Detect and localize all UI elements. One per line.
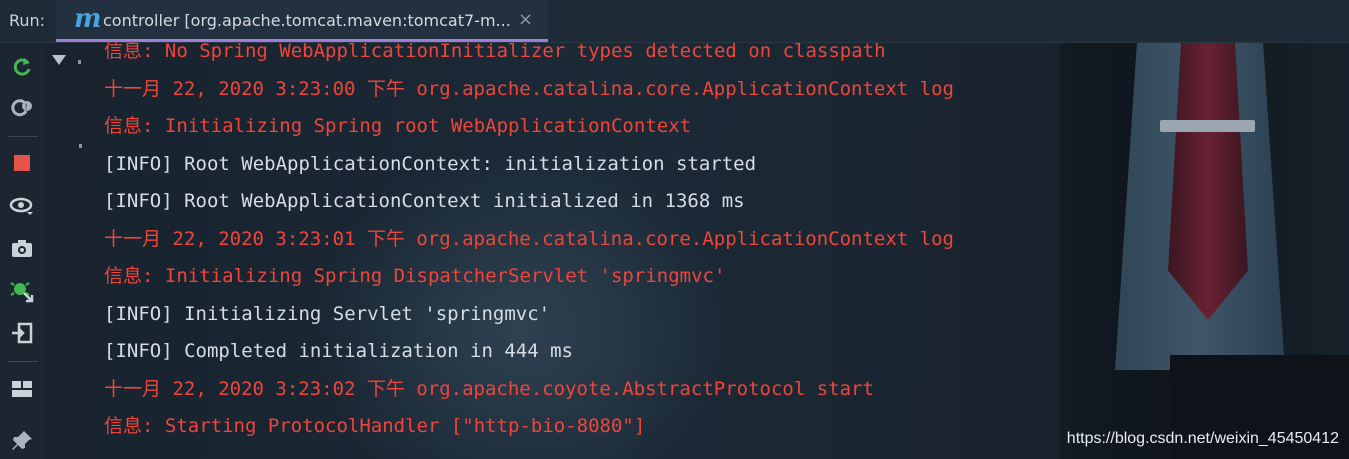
console-line: 信息: No Spring WebApplicationInitializer … [104,40,886,62]
console-line: 信息: Initializing Spring DispatcherServle… [104,265,726,287]
view-icon[interactable] [9,193,35,219]
screenshot-icon[interactable] [9,235,35,261]
exit-icon[interactable] [9,320,35,346]
toolbar-separator [8,361,38,362]
console-line: [INFO] Root WebApplicationContext initia… [104,190,745,212]
close-icon[interactable]: × [518,9,533,30]
console-line: [INFO] Initializing Servlet 'springmvc' [104,302,551,325]
pin-icon[interactable] [9,428,35,454]
console-line: 十一月 22, 2020 3:23:01 下午 org.apache.catal… [104,227,954,250]
console-line: 信息: Starting ProtocolHandler ["http-bio-… [104,415,646,437]
rerun-failed-icon[interactable]: ! [9,95,35,121]
run-toolbar: ! [0,43,45,459]
console-line: 十一月 22, 2020 3:23:00 下午 org.apache.catal… [104,77,954,100]
console-line: [INFO] Root WebApplicationContext: initi… [104,152,757,175]
maven-m-icon: m [74,4,102,34]
console-line: 十一月 22, 2020 3:23:02 下午 org.apache.coyot… [104,377,874,400]
console-line: [INFO] Completed initialization in 444 m… [104,340,573,362]
rerun-icon[interactable] [9,54,35,80]
tab-title: controller [org.apache.tomcat.maven:tomc… [103,11,511,30]
svg-text:!: ! [25,103,28,112]
console-output[interactable]: 信息: No Spring WebApplicationInitializer … [104,36,954,449]
stop-icon[interactable] [9,150,35,176]
debug-export-icon[interactable] [9,278,35,304]
toolbar-separator [8,136,38,137]
layout-icon[interactable] [9,376,35,402]
watermark: https://blog.csdn.net/weixin_45450412 [1066,430,1339,447]
console-gutter [45,43,85,459]
console-line: 信息: Initializing Spring root WebApplicat… [104,115,692,137]
run-label: Run: [9,11,46,30]
